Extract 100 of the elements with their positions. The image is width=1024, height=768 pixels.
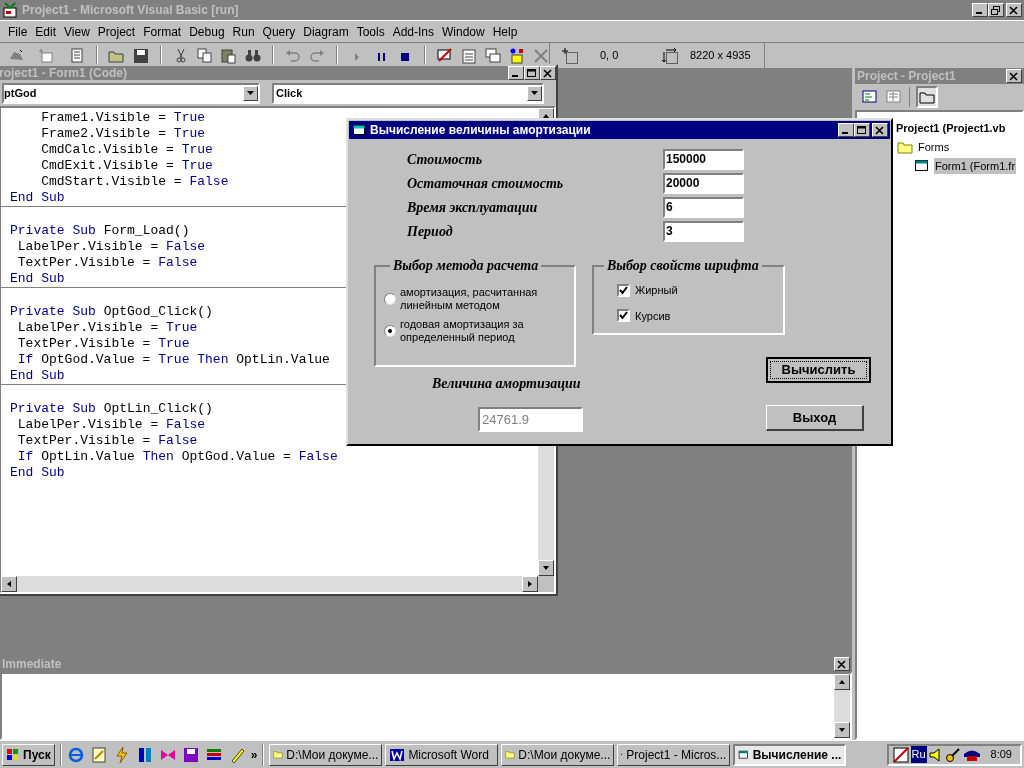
folder-icon [897,140,913,154]
restore-icon [991,5,1001,15]
position-icon [562,47,578,64]
copy-icon[interactable] [196,46,214,65]
menu-item[interactable]: Tools [352,22,389,41]
restore-button[interactable] [988,3,1004,17]
code-line: If OptGod.Value = True Then OptLin.Value [16,352,330,368]
browser-icon[interactable] [66,745,85,764]
code-line: Frame2.Visible = True [40,126,206,142]
more-button[interactable]: » [250,745,258,764]
menu-item[interactable]: Diagram [299,22,353,41]
input-field[interactable]: 150000 [663,148,744,170]
task-button[interactable]: Project1 - Micros... [617,743,731,766]
horizontal-scrollbar[interactable] [1,576,538,592]
window-title: Immediate [1,656,62,673]
task-button[interactable]: Microsoft Word [385,743,499,766]
panel-title: Project - Project1 [856,68,956,85]
form-icon [352,124,366,136]
form-layout-icon[interactable] [484,46,502,65]
minimize-button[interactable] [838,123,854,137]
size-icon [662,47,678,64]
menu-item[interactable]: View [60,22,94,41]
caret-icon [247,91,254,95]
minimize-icon [976,12,982,14]
close-icon [875,125,885,135]
code-line: LabelPer.Visible = False [16,417,206,433]
start-button[interactable]: Пуск [2,743,55,766]
minimize-icon [842,132,848,134]
code-line: TextPer.Visible = True [16,336,190,352]
arrow-left-icon [5,580,13,588]
view-form-icon[interactable] [885,88,903,106]
close-button[interactable] [834,657,850,671]
maximize-button[interactable] [524,66,540,80]
result-field: 24761.9 [478,407,583,432]
document-icon [389,747,406,762]
code-line: End Sub [10,465,65,481]
close-button[interactable] [1006,69,1022,83]
field-label: Остаточная стоимость [407,174,565,193]
tree-item[interactable]: Project1 (Project1.vb [895,119,1007,137]
maximize-button[interactable] [854,123,870,137]
radio-button[interactable] [384,325,396,337]
menu-item[interactable]: Window [438,22,489,41]
menu-item[interactable]: Edit [31,22,61,41]
minimize-button[interactable] [972,3,988,17]
checkbox[interactable] [617,283,630,297]
add-form-icon[interactable] [38,46,56,65]
input-field[interactable]: 6 [663,196,744,218]
input-field[interactable]: 20000 [663,172,744,194]
menu-item[interactable]: Add-Ins [388,22,438,41]
folder-icon [273,748,284,761]
menu-editor-icon[interactable] [68,46,86,65]
paste-icon[interactable] [220,46,238,65]
task-button[interactable]: Вычисление ... [733,743,847,766]
close-icon [543,68,553,78]
tree-item[interactable]: Form1 (Form1.fr [934,157,1017,175]
frame-title: Выбор свойств шрифта [606,257,760,275]
language-indicator[interactable]: Ru [910,746,927,763]
folder-icon [505,748,516,761]
close-icon [1009,5,1019,15]
menu-item[interactable]: Query [258,22,300,41]
view-code-icon[interactable] [861,88,879,106]
minimize-icon [512,75,518,77]
dialog-button[interactable]: Вычислить [766,357,871,383]
checkbox-label: Курсив [635,308,671,324]
object-browser-icon[interactable] [508,46,526,65]
close-button[interactable] [1006,3,1022,17]
code-line: LabelPer.Visible = True [16,320,198,336]
window-title: roject1 - Form1 (Code) [0,67,127,79]
code-line: Private Sub OptGod_Click() [10,304,213,320]
menu-item[interactable]: Debug [185,22,229,41]
task-button[interactable]: D:\Мои докуме... [269,743,383,766]
arrow-down-icon [838,726,846,734]
input-field[interactable]: 3 [663,220,744,242]
menu-item[interactable]: Help [488,22,522,41]
notepad-icon[interactable] [89,745,108,764]
floppy-icon[interactable] [181,745,200,764]
procedure-dropdown[interactable]: Click [272,82,544,104]
menu-item[interactable]: File [4,22,32,41]
close-button[interactable] [540,66,556,80]
minimize-button[interactable] [508,66,524,80]
toggle-folders-button[interactable] [916,86,938,108]
immediate-pane[interactable] [0,672,852,740]
tree-item[interactable]: Forms [917,138,951,156]
code-line: TextPer.Visible = False [16,433,198,449]
menu-item[interactable]: Run [228,22,259,41]
radio-button[interactable] [384,293,396,305]
field-label: Стоимость [407,150,484,169]
task-button[interactable]: D:\Мои докуме... [501,743,615,766]
close-button[interactable] [872,123,888,137]
save-icon[interactable] [132,46,150,65]
properties-icon[interactable] [460,46,478,65]
code-line: Private Sub OptLin_Click() [10,401,213,417]
vertical-scrollbar[interactable] [834,674,850,738]
menu-item[interactable]: Project [93,22,140,41]
dialog-button[interactable]: Выход [766,405,864,431]
dialog-title: Вычисление величины амортизации [370,122,592,139]
object-dropdown[interactable]: ptGod [2,82,260,104]
checkbox[interactable] [617,309,630,323]
speaker-icon [928,746,943,763]
menu-item[interactable]: Format [139,22,186,41]
